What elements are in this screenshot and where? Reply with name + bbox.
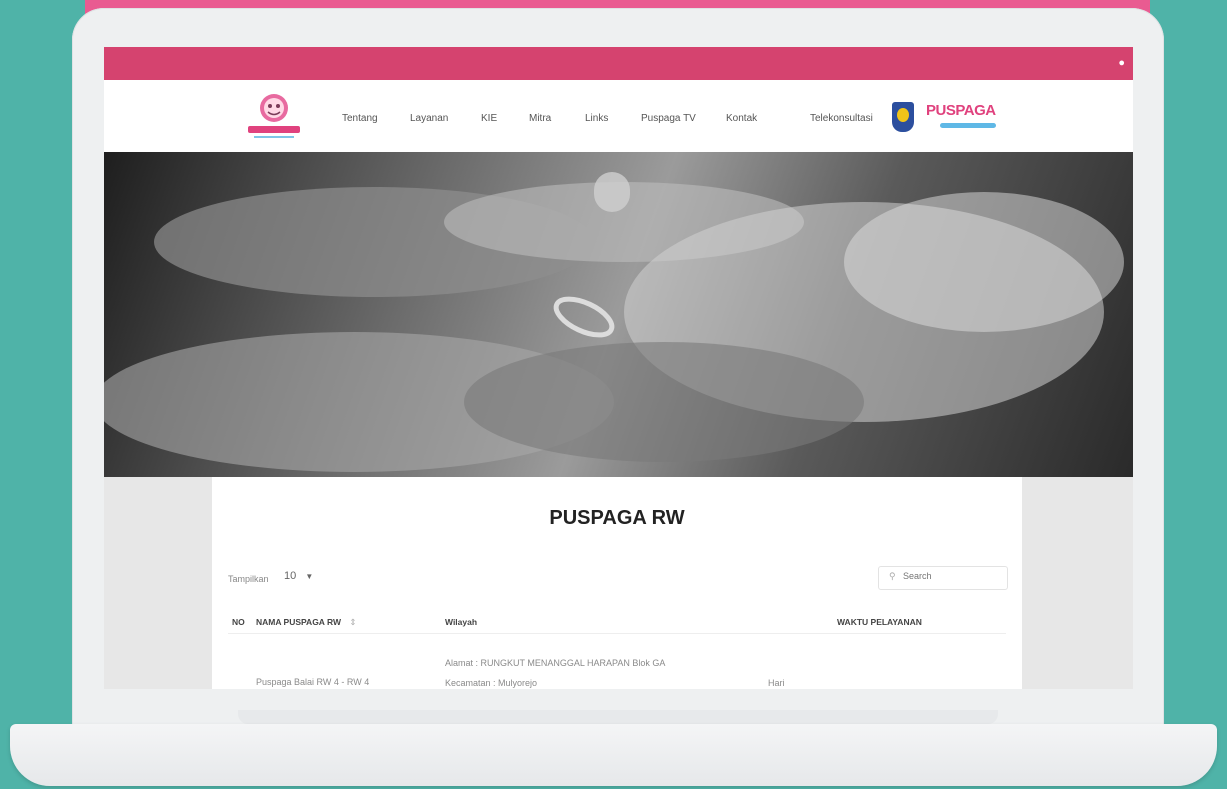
col-header-nama-label: NAMA PUSPAGA RW [256, 617, 341, 627]
col-header-wilayah[interactable]: Wilayah [445, 617, 477, 627]
search-icon: ⚲ [889, 571, 896, 581]
nav-puspaga-tv[interactable]: Puspaga TV [641, 113, 696, 124]
page-length-select[interactable]: 10 ▼ [284, 570, 313, 582]
nav-mitra[interactable]: Mitra [529, 113, 551, 124]
nav-layanan[interactable]: Layanan [410, 113, 448, 124]
length-label: Tampilkan [228, 574, 269, 584]
site-logo[interactable] [238, 90, 310, 142]
hands-photo [104, 172, 1124, 472]
col-header-no[interactable]: NO [232, 617, 245, 627]
nav-tentang[interactable]: Tentang [342, 113, 378, 124]
search-box[interactable]: ⚲ [878, 566, 1008, 590]
city-emblem-logo [892, 102, 914, 132]
nav-kie[interactable]: KIE [481, 113, 497, 124]
laptop-hinge [238, 710, 998, 724]
header-divider [228, 633, 1006, 634]
user-icon[interactable]: ● [1118, 57, 1125, 69]
nav-telekonsultasi[interactable]: Telekonsultasi [810, 113, 873, 124]
nav-kontak[interactable]: Kontak [726, 113, 757, 124]
puspaga-logo[interactable]: PUSPAGA [926, 102, 996, 119]
search-input[interactable] [901, 570, 995, 582]
laptop-base [10, 724, 1217, 786]
top-bar: ● [104, 47, 1133, 80]
col-header-nama[interactable]: NAMA PUSPAGA RW ⇕ [256, 617, 357, 628]
page-title: PUSPAGA RW [549, 507, 685, 529]
row-name: Puspaga Balai RW 4 - RW 4 [256, 677, 370, 687]
hero-banner [104, 152, 1133, 477]
chevron-down-icon: ▼ [305, 572, 314, 581]
row-district: Kecamatan : Mulyorejo [445, 678, 538, 688]
page-length-value: 10 [284, 570, 297, 582]
puspaga-logo-underline [940, 123, 996, 128]
row-time: Hari [768, 678, 785, 688]
content-panel: PUSPAGA RW Tampilkan 10 ▼ ⚲ NO NAMA PUSP… [212, 477, 1022, 689]
browser-screen: ● Tentang Layanan KIE Mitra Links Puspag… [104, 47, 1133, 689]
col-header-waktu[interactable]: WAKTU PELAYANAN [837, 617, 922, 627]
nav-links[interactable]: Links [585, 113, 608, 124]
row-address: Alamat : RUNGKUT MENANGGAL HARAPAN Blok … [445, 658, 666, 668]
sort-icon: ⇕ [349, 617, 357, 627]
navbar: Tentang Layanan KIE Mitra Links Puspaga … [104, 80, 1133, 152]
